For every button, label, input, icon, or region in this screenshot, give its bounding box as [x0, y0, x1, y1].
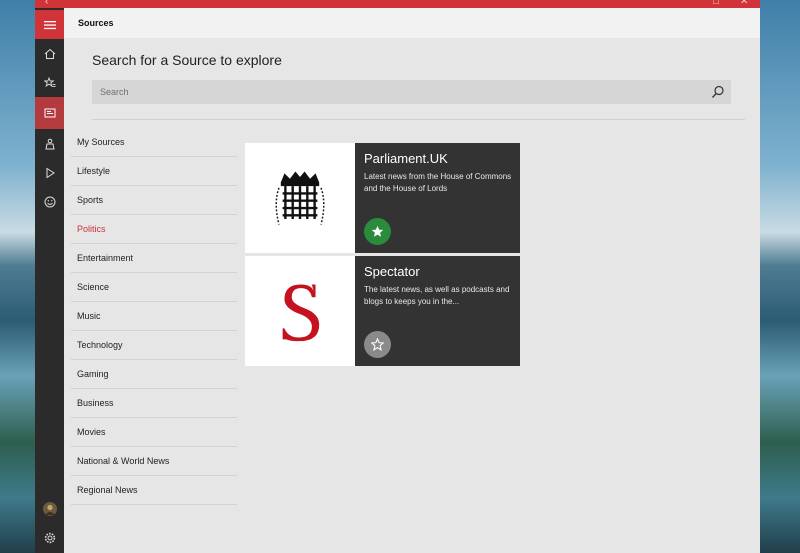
- source-card-parliament[interactable]: Parliament.UK Latest news from the House…: [245, 143, 520, 253]
- category-item-regional-news[interactable]: Regional News: [71, 476, 237, 505]
- divider: [92, 119, 745, 120]
- portcullis-logo: [275, 171, 325, 225]
- source-card-body: Parliament.UK Latest news from the House…: [355, 143, 520, 253]
- category-item-national-world-news[interactable]: National & World News: [71, 447, 237, 476]
- favorite-button[interactable]: [364, 218, 391, 245]
- account-button[interactable]: [35, 494, 64, 523]
- category-item-my-sources[interactable]: My Sources: [71, 128, 237, 157]
- nav-local[interactable]: [35, 129, 64, 158]
- category-item-gaming[interactable]: Gaming: [71, 360, 237, 389]
- category-item-science[interactable]: Science: [71, 273, 237, 302]
- source-logo: [245, 256, 355, 366]
- nav-home[interactable]: [35, 39, 64, 68]
- favorite-button[interactable]: [364, 331, 391, 358]
- category-item-lifestyle[interactable]: Lifestyle: [71, 157, 237, 186]
- source-logo: [245, 143, 355, 253]
- nav-favorites[interactable]: [35, 68, 64, 97]
- gear-icon: [44, 532, 55, 543]
- nav-rail: [35, 8, 64, 553]
- local-icon: [44, 138, 55, 149]
- title-bar: ‹ □ ✕: [35, 0, 760, 8]
- search-heading: Search for a Source to explore: [92, 52, 282, 68]
- star-outline-icon: [371, 338, 384, 351]
- source-name: Parliament.UK: [364, 151, 448, 166]
- search-input[interactable]: [92, 80, 708, 104]
- nav-sources[interactable]: [35, 97, 64, 129]
- source-card-spectator[interactable]: Spectator The latest news, as well as po…: [245, 256, 520, 366]
- category-item-movies[interactable]: Movies: [71, 418, 237, 447]
- home-icon: [44, 48, 55, 59]
- settings-button[interactable]: [35, 523, 64, 552]
- source-name: Spectator: [364, 264, 420, 279]
- category-item-entertainment[interactable]: Entertainment: [71, 244, 237, 273]
- source-description: The latest news, as well as podcasts and…: [364, 285, 510, 306]
- category-item-music[interactable]: Music: [71, 302, 237, 331]
- page-header: Sources: [64, 8, 760, 38]
- page-title: Sources: [78, 18, 114, 28]
- nav-video[interactable]: [35, 158, 64, 187]
- back-icon[interactable]: ‹: [45, 0, 48, 7]
- search-box: [92, 80, 731, 104]
- maximize-icon[interactable]: □: [713, 0, 719, 7]
- spectator-s-logo: [282, 284, 320, 342]
- app-window: ‹ □ ✕ Sources Search for a Source to exp…: [35, 0, 760, 553]
- category-item-politics[interactable]: Politics: [71, 215, 237, 244]
- category-item-business[interactable]: Business: [71, 389, 237, 418]
- smiley-icon: [44, 196, 55, 207]
- close-icon[interactable]: ✕: [740, 0, 748, 7]
- hamburger-button[interactable]: [35, 10, 64, 39]
- video-icon: [46, 167, 55, 178]
- category-item-technology[interactable]: Technology: [71, 331, 237, 360]
- source-description: Latest news from the House of Commons an…: [364, 172, 512, 193]
- avatar: [42, 501, 57, 516]
- source-card-body: Spectator The latest news, as well as po…: [355, 256, 520, 366]
- star-filled-icon: [371, 225, 384, 237]
- favorites-icon: [43, 76, 55, 87]
- hamburger-icon: [43, 20, 56, 29]
- sources-icon: [44, 108, 55, 118]
- search-icon[interactable]: [711, 85, 725, 99]
- category-list: My Sources Lifestyle Sports Politics Ent…: [71, 128, 237, 505]
- nav-feedback[interactable]: [35, 187, 64, 216]
- category-item-sports[interactable]: Sports: [71, 186, 237, 215]
